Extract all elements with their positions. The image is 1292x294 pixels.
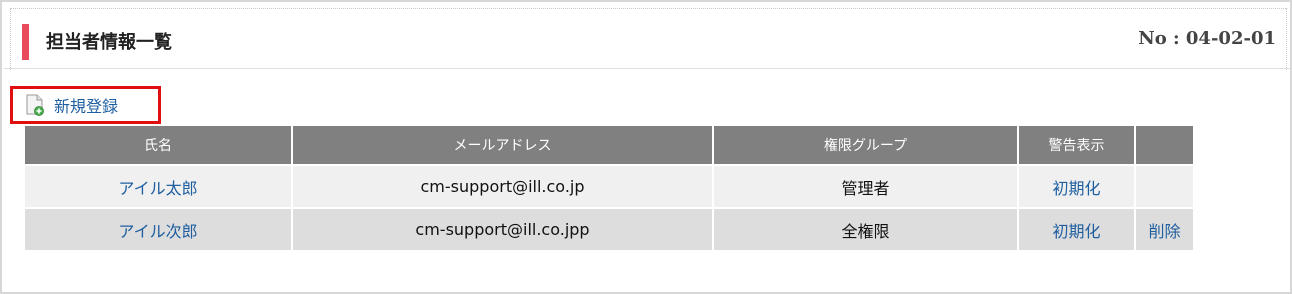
column-header-group: 権限グループ [714,126,1019,164]
name-cell: アイル次郎 [25,207,293,250]
group-cell: 管理者 [714,164,1019,207]
email-cell: cm-support@ill.co.jpp [293,207,714,250]
staff-table: 氏名 メールアドレス 権限グループ 警告表示 アイル太郎 cm-support@… [25,126,1193,250]
reset-link[interactable]: 初期化 [1052,179,1100,198]
email-cell: cm-support@ill.co.jp [293,164,714,207]
table-header-row: 氏名 メールアドレス 権限グループ 警告表示 [25,126,1193,164]
page-title: 担当者情報一覧 [46,32,172,53]
delete-cell: 削除 [1136,207,1193,250]
new-register-label: 新規登録 [54,97,119,116]
left-dotted-border [10,8,11,70]
column-header-warning: 警告表示 [1019,126,1136,164]
group-cell: 全権限 [714,207,1019,250]
right-dotted-border [1286,8,1287,70]
page-number: No : 04-02-01 [1138,28,1276,49]
title-accent-bar [22,24,29,60]
delete-cell [1136,164,1193,207]
new-register-link[interactable]: 新規登録 [24,94,118,116]
reset-link[interactable]: 初期化 [1052,222,1100,241]
warning-cell: 初期化 [1019,207,1136,250]
panel: 担当者情報一覧 No : 04-02-01 新規登録 氏名 メールアドレス 権限… [0,0,1292,294]
top-dotted-border [10,8,1286,9]
header-divider [4,68,1290,69]
column-header-email: メールアドレス [293,126,714,164]
name-link[interactable]: アイル次郎 [118,222,197,241]
document-add-icon [26,94,44,116]
warning-cell: 初期化 [1019,164,1136,207]
column-header-actions [1136,126,1193,164]
table-row: アイル次郎 cm-support@ill.co.jpp 全権限 初期化 削除 [25,207,1193,250]
name-link[interactable]: アイル太郎 [118,179,197,198]
column-header-name: 氏名 [25,126,293,164]
delete-link[interactable]: 削除 [1148,222,1180,241]
table-row: アイル太郎 cm-support@ill.co.jp 管理者 初期化 [25,164,1193,207]
name-cell: アイル太郎 [25,164,293,207]
